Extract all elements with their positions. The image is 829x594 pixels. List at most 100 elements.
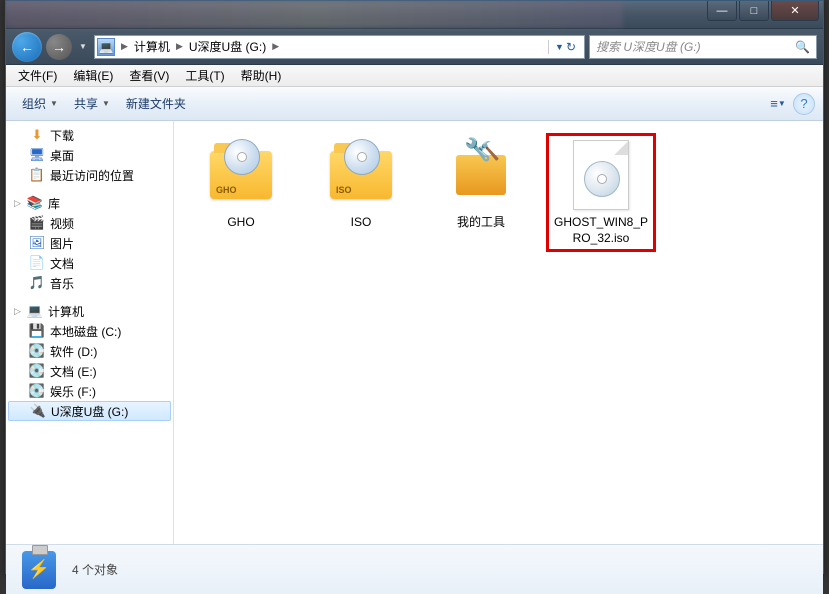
close-button[interactable]: ✕ bbox=[771, 1, 819, 21]
音乐-icon: 🎵 bbox=[28, 275, 46, 291]
statusbar: ⚡ 4 个对象 bbox=[6, 544, 823, 594]
sidebar-item-label: 视频 bbox=[50, 215, 74, 232]
文档 (E:)-icon: 💽 bbox=[28, 363, 46, 379]
图片-icon: 🖼 bbox=[28, 235, 46, 251]
folder-disc-icon: ISO bbox=[325, 139, 397, 211]
sidebar-item-label: 文档 (E:) bbox=[50, 363, 97, 380]
toolbox-icon bbox=[445, 139, 517, 211]
sidebar-item-图片[interactable]: 🖼图片 bbox=[6, 233, 173, 253]
file-label: ISO bbox=[351, 215, 372, 231]
sidebar-item-最近访问的位置[interactable]: 📋最近访问的位置 bbox=[6, 165, 173, 185]
文档-icon: 📄 bbox=[28, 255, 46, 271]
menu-edit[interactable]: 编辑(E) bbox=[65, 65, 121, 86]
sidebar-item-label: 库 bbox=[48, 195, 60, 212]
sidebar-item-label: 桌面 bbox=[50, 147, 74, 164]
sidebar-item-娱乐 (F:)[interactable]: 💽娱乐 (F:) bbox=[6, 381, 173, 401]
sidebar-item-桌面[interactable]: 🖥桌面 bbox=[6, 145, 173, 165]
menubar: 文件(F) 编辑(E) 查看(V) 工具(T) 帮助(H) bbox=[6, 65, 823, 87]
status-count: 4 个对象 bbox=[72, 561, 118, 578]
库-icon: 📚 bbox=[26, 195, 44, 211]
视频-icon: 🎬 bbox=[28, 215, 46, 231]
sidebar-item-音乐[interactable]: 🎵音乐 bbox=[6, 273, 173, 293]
sidebar-item-label: 娱乐 (F:) bbox=[50, 383, 96, 400]
titlebar-aero bbox=[6, 1, 623, 28]
sidebar-item-软件 (D:)[interactable]: 💽软件 (D:) bbox=[6, 341, 173, 361]
body: ⬇下载🖥桌面📋最近访问的位置▷📚库🎬视频🖼图片📄文档🎵音乐▷💻计算机💾本地磁盘 … bbox=[6, 121, 823, 544]
sidebar-item-label: 文档 bbox=[50, 255, 74, 272]
search-placeholder: 搜索 U深度U盘 (G:) bbox=[596, 38, 701, 55]
address-bar[interactable]: 💻 ▶ 计算机 ▶ U深度U盘 (G:) ▶ ▼ ↻ bbox=[94, 35, 585, 59]
chevron-right-icon[interactable]: ▷ bbox=[14, 198, 26, 209]
sidebar-item-计算机[interactable]: ▷💻计算机 bbox=[6, 301, 173, 321]
file-label: GHOST_WIN8_PRO_32.iso bbox=[550, 215, 652, 246]
file-item-GHOST_WIN8_PRO_32.iso[interactable]: GHOST_WIN8_PRO_32.iso bbox=[546, 133, 656, 252]
sidebar-item-label: 软件 (D:) bbox=[50, 343, 97, 360]
sidebar-item-label: 下载 bbox=[50, 127, 74, 144]
桌面-icon: 🖥 bbox=[28, 147, 46, 163]
folder-disc-icon: GHO bbox=[205, 139, 277, 211]
menu-help[interactable]: 帮助(H) bbox=[233, 65, 290, 86]
back-button[interactable]: ← bbox=[12, 32, 42, 62]
toolbar: 组织 ▼ 共享 ▼ 新建文件夹 ≡ ▼ ? bbox=[6, 87, 823, 121]
titlebar[interactable]: — □ ✕ bbox=[6, 1, 823, 29]
sidebar-item-label: 计算机 bbox=[48, 303, 84, 320]
sidebar-item-label: 最近访问的位置 bbox=[50, 167, 134, 184]
sidebar-item-视频[interactable]: 🎬视频 bbox=[6, 213, 173, 233]
sidebar: ⬇下载🖥桌面📋最近访问的位置▷📚库🎬视频🖼图片📄文档🎵音乐▷💻计算机💾本地磁盘 … bbox=[6, 121, 174, 544]
history-dropdown[interactable]: ▼ bbox=[76, 36, 90, 58]
file-item-ISO[interactable]: ISO ISO bbox=[306, 133, 416, 252]
下载-icon: ⬇ bbox=[28, 127, 46, 143]
本地磁盘 (C:)-icon: 💾 bbox=[28, 323, 46, 339]
menu-file[interactable]: 文件(F) bbox=[10, 65, 65, 86]
explorer-window: — □ ✕ ← → ▼ 💻 ▶ 计算机 ▶ U深度U盘 (G:) ▶ ▼ ↻ 搜… bbox=[5, 0, 824, 574]
sidebar-item-label: U深度U盘 (G:) bbox=[51, 403, 128, 420]
chevron-right-icon[interactable]: ▷ bbox=[14, 306, 26, 317]
drive-icon: 💻 bbox=[97, 38, 115, 56]
window-controls: — □ ✕ bbox=[705, 1, 819, 21]
计算机-icon: 💻 bbox=[26, 303, 44, 319]
search-input[interactable]: 搜索 U深度U盘 (G:) 🔍 bbox=[589, 35, 817, 59]
sidebar-item-库[interactable]: ▷📚库 bbox=[6, 193, 173, 213]
breadcrumb-sep[interactable]: ▶ bbox=[270, 41, 281, 52]
share-button[interactable]: 共享 ▼ bbox=[66, 91, 118, 116]
organize-button[interactable]: 组织 ▼ bbox=[14, 91, 66, 116]
iso-file-icon bbox=[565, 139, 637, 211]
breadcrumb-drive[interactable]: U深度U盘 (G:) bbox=[185, 38, 270, 55]
maximize-button[interactable]: □ bbox=[739, 1, 769, 21]
U深度U盘 (G:)-icon: 🔌 bbox=[29, 403, 47, 419]
menu-view[interactable]: 查看(V) bbox=[121, 65, 177, 86]
menu-tools[interactable]: 工具(T) bbox=[177, 65, 232, 86]
最近访问的位置-icon: 📋 bbox=[28, 167, 46, 183]
search-icon[interactable]: 🔍 bbox=[795, 40, 810, 54]
refresh-button[interactable]: ▼ ↻ bbox=[548, 40, 582, 54]
sidebar-item-U深度U盘 (G:)[interactable]: 🔌U深度U盘 (G:) bbox=[8, 401, 171, 421]
arrow-left-icon: ← bbox=[20, 39, 34, 55]
sidebar-item-文档[interactable]: 📄文档 bbox=[6, 253, 173, 273]
breadcrumb-computer[interactable]: 计算机 bbox=[130, 38, 174, 55]
new-folder-button[interactable]: 新建文件夹 bbox=[118, 91, 194, 116]
status-drive-icon: ⚡ bbox=[18, 549, 60, 591]
breadcrumb-sep[interactable]: ▶ bbox=[119, 41, 130, 52]
chevron-down-icon: ▼ bbox=[50, 99, 58, 108]
软件 (D:)-icon: 💽 bbox=[28, 343, 46, 359]
sidebar-item-label: 音乐 bbox=[50, 275, 74, 292]
file-item-GHO[interactable]: GHO GHO bbox=[186, 133, 296, 252]
file-label: 我的工具 bbox=[457, 215, 505, 231]
sidebar-item-文档 (E:)[interactable]: 💽文档 (E:) bbox=[6, 361, 173, 381]
navbar: ← → ▼ 💻 ▶ 计算机 ▶ U深度U盘 (G:) ▶ ▼ ↻ 搜索 U深度U… bbox=[6, 29, 823, 65]
breadcrumb-sep[interactable]: ▶ bbox=[174, 41, 185, 52]
chevron-down-icon: ▼ bbox=[102, 99, 110, 108]
娱乐 (F:)-icon: 💽 bbox=[28, 383, 46, 399]
file-pane[interactable]: GHO GHO ISO ISO 我的工具 GHOST_WIN8_PRO_32.iso bbox=[174, 121, 823, 544]
help-button[interactable]: ? bbox=[793, 93, 815, 115]
view-mode-button[interactable]: ≡ ▼ bbox=[767, 93, 789, 115]
forward-button[interactable]: → bbox=[46, 34, 72, 60]
minimize-button[interactable]: — bbox=[707, 1, 737, 21]
sidebar-item-label: 图片 bbox=[50, 235, 74, 252]
file-label: GHO bbox=[227, 215, 254, 231]
sidebar-item-label: 本地磁盘 (C:) bbox=[50, 323, 121, 340]
sidebar-item-本地磁盘 (C:)[interactable]: 💾本地磁盘 (C:) bbox=[6, 321, 173, 341]
file-item-我的工具[interactable]: 我的工具 bbox=[426, 133, 536, 252]
sidebar-resize-handle[interactable] bbox=[171, 121, 174, 544]
sidebar-item-下载[interactable]: ⬇下载 bbox=[6, 125, 173, 145]
